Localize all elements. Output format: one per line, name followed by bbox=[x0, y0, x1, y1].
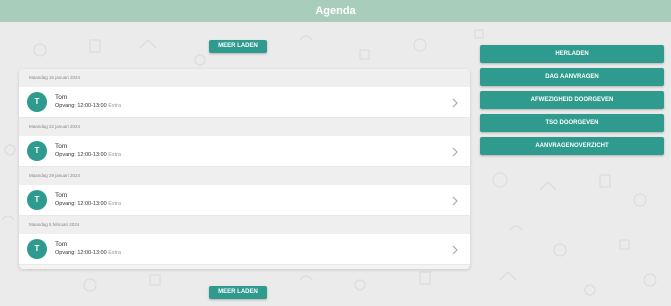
page-title: Agenda bbox=[0, 0, 671, 22]
chevron-right-icon bbox=[452, 98, 458, 108]
avatar: T bbox=[27, 239, 47, 259]
date-header: Maandag 22 januari 2024 bbox=[19, 118, 470, 136]
date-header: Maandag 5 februari 2024 bbox=[19, 216, 470, 234]
report-tso-button[interactable]: TSO DOORGEVEN bbox=[480, 114, 664, 132]
load-more-button-top[interactable]: MEER LADEN bbox=[209, 40, 267, 53]
extra-tag: Extra bbox=[108, 250, 122, 256]
agenda-day: Maandag 15 januari 2024 T Tom Opvang: 12… bbox=[19, 69, 470, 118]
agenda-day: Maandag 22 januari 2024 T Tom Opvang: 12… bbox=[19, 118, 470, 167]
requests-overview-button[interactable]: AANVRAGENOVERZICHT bbox=[480, 137, 664, 155]
agenda-entry[interactable]: T Tom Opvang: 12:00-13:00 Extra bbox=[19, 185, 470, 216]
avatar: T bbox=[27, 92, 47, 112]
agenda-entry[interactable]: T Tom Opvang: 12:00-13:00 Extra bbox=[19, 234, 470, 265]
chevron-right-icon bbox=[452, 245, 458, 255]
child-name: Tom bbox=[55, 241, 68, 248]
report-absence-button[interactable]: AFWEZIGHEID DOORGEVEN bbox=[480, 91, 664, 109]
avatar: T bbox=[27, 141, 47, 161]
extra-tag: Extra bbox=[108, 152, 122, 158]
extra-tag: Extra bbox=[108, 103, 122, 109]
date-header: Maandag 15 januari 2024 bbox=[19, 69, 470, 87]
child-name: Tom bbox=[55, 143, 68, 150]
chevron-right-icon bbox=[452, 147, 458, 157]
date-header: Maandag 29 januari 2024 bbox=[19, 167, 470, 185]
agenda-entry[interactable]: T Tom Opvang: 12:00-13:00 Extra bbox=[19, 136, 470, 167]
child-name: Tom bbox=[55, 94, 68, 101]
child-name: Tom bbox=[55, 192, 68, 199]
avatar: T bbox=[27, 190, 47, 210]
load-more-button-bottom[interactable]: MEER LADEN bbox=[209, 286, 267, 299]
request-day-button[interactable]: DAG AANVRAGEN bbox=[480, 68, 664, 86]
care-time: Opvang: 12:00-13:00 bbox=[55, 250, 107, 256]
reload-button[interactable]: HERLADEN bbox=[480, 45, 664, 63]
agenda-day: Maandag 29 januari 2024 T Tom Opvang: 12… bbox=[19, 167, 470, 216]
agenda-list: Maandag 15 januari 2024 T Tom Opvang: 12… bbox=[19, 69, 470, 269]
action-sidebar: HERLADEN DAG AANVRAGEN AFWEZIGHEID DOORG… bbox=[480, 45, 664, 160]
extra-tag: Extra bbox=[108, 201, 122, 207]
care-time: Opvang: 12:00-13:00 bbox=[55, 152, 107, 158]
care-time: Opvang: 12:00-13:00 bbox=[55, 103, 107, 109]
chevron-right-icon bbox=[452, 196, 458, 206]
agenda-day: Maandag 5 februari 2024 T Tom Opvang: 12… bbox=[19, 216, 470, 265]
care-time: Opvang: 12:00-13:00 bbox=[55, 201, 107, 207]
agenda-entry[interactable]: T Tom Opvang: 12:00-13:00 Extra bbox=[19, 87, 470, 118]
